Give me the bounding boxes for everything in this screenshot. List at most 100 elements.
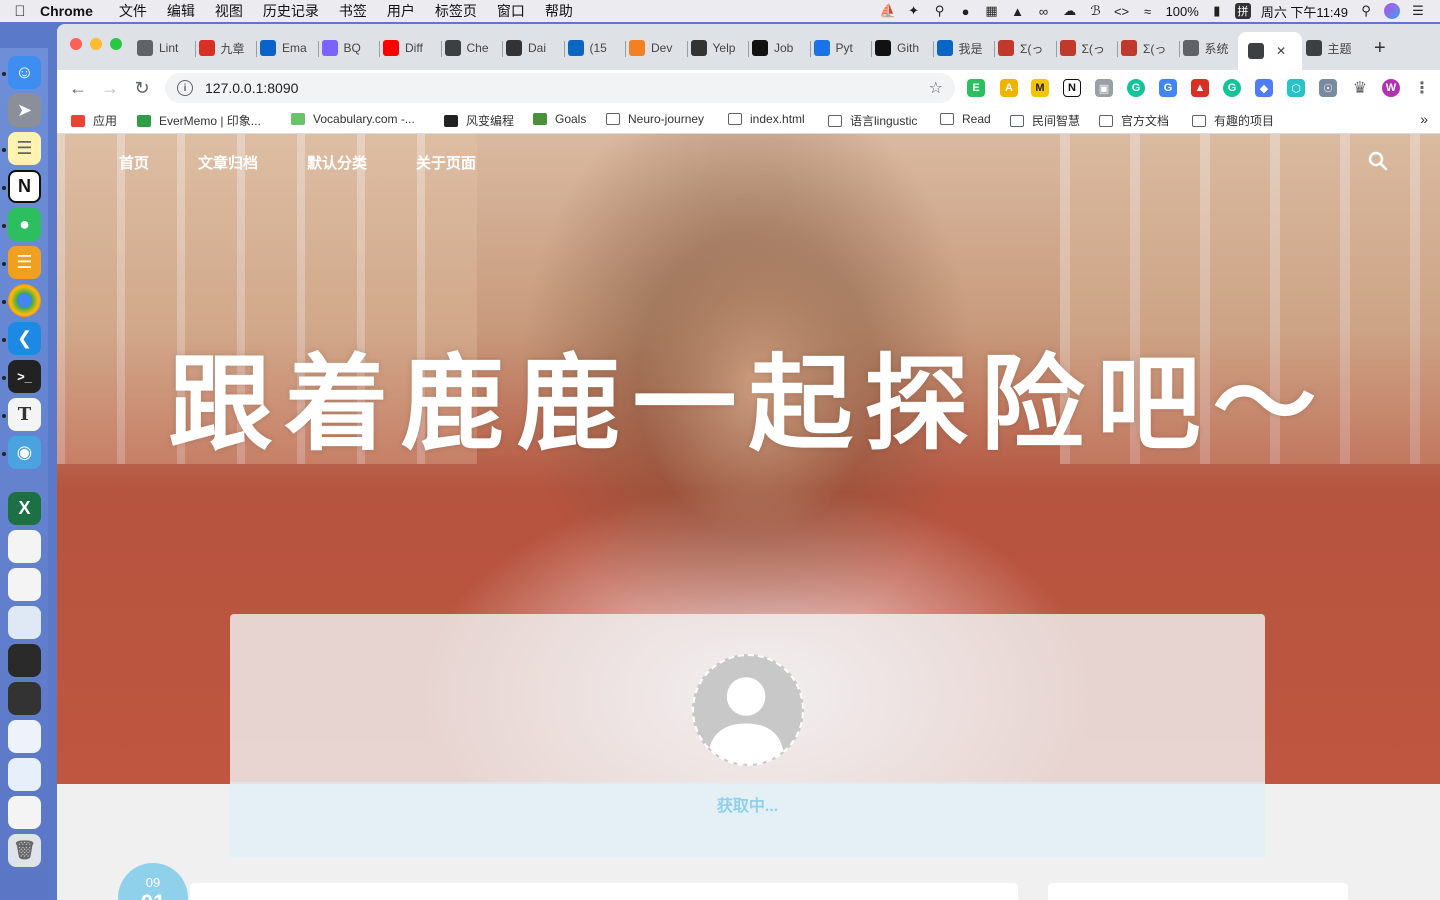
bookmark-item[interactable]: 民间智慧 [1010,112,1080,129]
back-button[interactable]: ← [67,77,89,99]
browser-tab[interactable]: Lint [137,34,193,62]
notes-icon[interactable]: ☰ [8,132,41,165]
fullscreen-window-button[interactable] [110,38,122,50]
cloud-icon[interactable]: ☁ [1062,3,1078,19]
satellite-extension-icon[interactable]: ☉ [1319,79,1337,97]
grid-icon[interactable]: ▦ [984,3,1000,19]
grammarly-extension-icon[interactable]: G [1127,79,1145,97]
document-thumbnail-icon[interactable] [8,720,41,753]
apple-icon[interactable]:  [0,3,40,20]
document-thumbnail-icon[interactable] [8,796,41,829]
chrome-menu-icon[interactable]: ⋮ [1413,79,1431,97]
browser-tab[interactable]: 主题 [1305,34,1362,62]
launchpad-icon[interactable]: ➤ [8,94,41,127]
screenshot-thumbnail-icon[interactable] [8,682,41,715]
siri-icon[interactable] [1384,3,1400,19]
evernote-icon[interactable]: ● [958,3,974,19]
chrome-icon[interactable] [8,284,41,317]
browser-tab[interactable]: Diff [383,34,439,62]
browser-tab[interactable]: Σ(っ [998,34,1054,62]
notion-extension-icon[interactable]: N [1063,79,1081,97]
menu-history[interactable]: 历史记录 [263,1,319,21]
browser-tab[interactable]: 我是 [936,34,993,62]
finder-icon[interactable]: ☺ [8,56,41,89]
browser-tab[interactable]: Dev [629,34,685,62]
browser-tab[interactable]: Che [444,34,501,62]
bookmark-item[interactable]: Goals [533,112,586,126]
bookmark-item[interactable]: 语言lingustic [828,112,917,129]
evernote-extension-icon[interactable]: E [967,79,985,97]
bookmark-star-icon[interactable]: ☆ [929,78,943,98]
translate-extension-icon[interactable]: A [1000,79,1018,97]
menu-people[interactable]: 用户 [387,1,415,21]
bluetooth-icon[interactable]: ℬ [1088,3,1104,19]
browser-tab[interactable]: Gith [875,34,931,62]
battery-percent[interactable]: 100% [1166,4,1199,19]
menu-tab[interactable]: 标签页 [435,1,477,21]
bookmark-item[interactable]: Vocabulary.com -... [291,112,415,126]
browser-tab[interactable]: Pyt [813,34,870,62]
url-text[interactable]: 127.0.0.1:8090 [205,80,298,96]
nav-about[interactable]: 关于页面 [416,152,476,173]
bookmark-item[interactable]: Neuro-journey [606,112,704,126]
browser-tab[interactable]: 九章 [198,34,255,62]
search-icon[interactable] [1368,151,1388,171]
forward-button[interactable]: → [99,77,121,99]
bookmark-item[interactable]: 官方文档 [1099,112,1169,129]
browser-tab[interactable]: Yelp [690,34,747,62]
evernote-icon[interactable]: ● [8,208,41,241]
bookmark-item[interactable]: 风变编程 [444,112,514,129]
document-thumbnail-icon[interactable] [8,758,41,791]
bookmark-item[interactable]: Read [940,112,991,126]
site-info-icon[interactable]: i [177,80,193,96]
document-thumbnail-icon[interactable] [8,530,41,563]
reload-button[interactable]: ↻ [131,77,153,99]
avatar[interactable] [692,654,804,766]
hex-extension-icon[interactable]: ⬡ [1287,79,1305,97]
browser-tab[interactable]: Σ(っ [1121,34,1177,62]
browser-tab[interactable]: ✕ [1238,32,1302,70]
wifi-icon[interactable]: ≈ [1140,3,1156,19]
close-tab-icon[interactable]: ✕ [1276,44,1286,58]
bookmark-item[interactable]: EverMemo | 印象... [137,112,261,129]
grammarly-extension-icon-2[interactable]: G [1223,79,1241,97]
browser-tab[interactable]: (15 [567,34,624,62]
terminal-icon[interactable]: >_ [8,360,41,393]
code-icon[interactable]: <> [1114,3,1130,19]
creative-cloud-icon[interactable]: ∞ [1036,3,1052,19]
browser-tab[interactable]: Job [752,34,808,62]
spark-icon[interactable]: ✦ [906,3,922,19]
bookmark-item[interactable]: 应用 [71,112,117,129]
new-tab-button[interactable]: + [1374,37,1386,60]
clock[interactable]: 周六 下午11:49 [1261,2,1348,21]
notion-icon[interactable]: N [8,170,41,203]
address-bar[interactable]: i 127.0.0.1:8090 ☆ [165,73,955,103]
cast-extension-icon[interactable]: ▣ [1095,79,1113,97]
vscode-icon[interactable]: ❮ [8,322,41,355]
trash-icon[interactable]: 🗑 [8,834,41,867]
post-card[interactable] [190,883,1018,900]
menu-view[interactable]: 视图 [215,1,243,21]
notification-center-icon[interactable]: ☰ [1410,3,1426,19]
docker-icon[interactable]: ⛵ [879,3,895,19]
menu-edit[interactable]: 编辑 [167,1,195,21]
app-menu-chrome[interactable]: Chrome [40,3,93,19]
nav-archive[interactable]: 文章归档 [198,152,258,173]
spotlight-icon[interactable]: ⚲ [1358,3,1374,19]
menu-bookmarks[interactable]: 书签 [339,1,367,21]
textedit-icon[interactable]: T [8,398,41,431]
nav-home[interactable]: 首页 [119,152,149,173]
minimize-window-button[interactable] [90,38,102,50]
excel-icon[interactable]: X [8,492,41,525]
sublime-icon[interactable]: ☰ [8,246,41,279]
document-thumbnail-icon[interactable] [8,568,41,601]
menu-window[interactable]: 窗口 [497,1,525,21]
google-translate-extension-icon[interactable]: G [1159,79,1177,97]
menu-help[interactable]: 帮助 [545,1,573,21]
battery-icon[interactable]: ▮ [1209,3,1225,19]
close-window-button[interactable] [70,38,82,50]
nav-default-category[interactable]: 默认分类 [307,152,367,173]
bookmark-item[interactable]: index.html [728,112,805,126]
search-tool-icon[interactable]: ⚲ [932,3,948,19]
document-thumbnail-icon[interactable] [8,606,41,639]
